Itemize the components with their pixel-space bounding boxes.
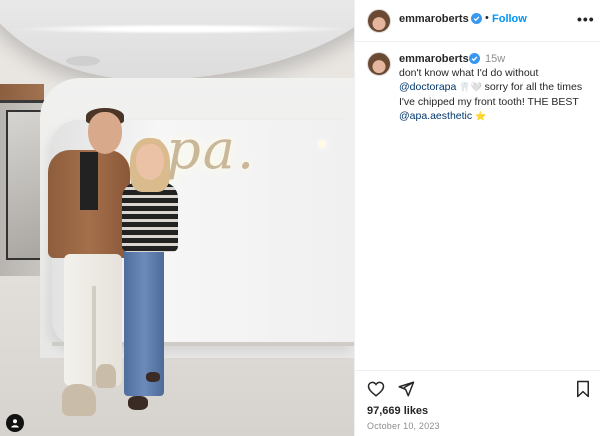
- heart-icon[interactable]: [367, 380, 385, 398]
- user-tag-icon[interactable]: [6, 414, 24, 432]
- header-username[interactable]: emmaroberts: [399, 13, 469, 25]
- sign-light-dot: [318, 140, 326, 148]
- bookmark-icon[interactable]: [575, 380, 591, 398]
- follow-button[interactable]: Follow: [492, 13, 527, 25]
- glass-door: [6, 110, 44, 260]
- avatar[interactable]: [367, 9, 391, 33]
- caption-username[interactable]: emmaroberts: [399, 53, 469, 65]
- man-head: [88, 112, 122, 154]
- star-emoji: ⭐: [475, 112, 487, 122]
- post-actions: 97,669 likes October 10, 2023: [355, 370, 600, 436]
- man-shoe-right: [96, 364, 116, 388]
- share-icon[interactable]: [397, 380, 415, 398]
- woman-striped-top: [122, 182, 178, 252]
- woman-shoe-left: [128, 396, 148, 410]
- tooth-heart-emoji: 🦷🤍: [459, 83, 482, 93]
- man-shirt: [80, 152, 98, 210]
- woman-head: [136, 144, 164, 180]
- ceiling: [0, 0, 354, 80]
- verified-badge-icon: [471, 13, 482, 24]
- ceiling-light: [10, 24, 354, 34]
- likes-count[interactable]: 97,669 likes: [367, 405, 428, 417]
- post-timestamp[interactable]: 15w: [485, 53, 505, 65]
- verified-badge-icon: [469, 53, 480, 64]
- mention-doctorapa[interactable]: @doctorapa: [399, 81, 456, 93]
- caption-avatar[interactable]: [367, 52, 391, 76]
- post-photo[interactable]: apa.: [0, 0, 354, 436]
- caption-text: don't know what I'd do without @doctorap…: [399, 66, 595, 124]
- caption-part-1: don't know what I'd do without: [399, 67, 539, 79]
- post-date[interactable]: October 10, 2023: [367, 421, 440, 431]
- mention-apa-aesthetic[interactable]: @apa.aesthetic: [399, 110, 472, 122]
- more-options-icon[interactable]: •••: [577, 11, 595, 27]
- post-side-panel: emmaroberts • Follow ••• emmaroberts 15w…: [354, 0, 600, 436]
- woman-shoe-right: [146, 372, 160, 382]
- separator-dot: •: [485, 12, 489, 24]
- post-header: emmaroberts • Follow •••: [355, 0, 600, 42]
- man-shoe-left: [62, 384, 96, 416]
- ceiling-spotlight: [66, 56, 100, 66]
